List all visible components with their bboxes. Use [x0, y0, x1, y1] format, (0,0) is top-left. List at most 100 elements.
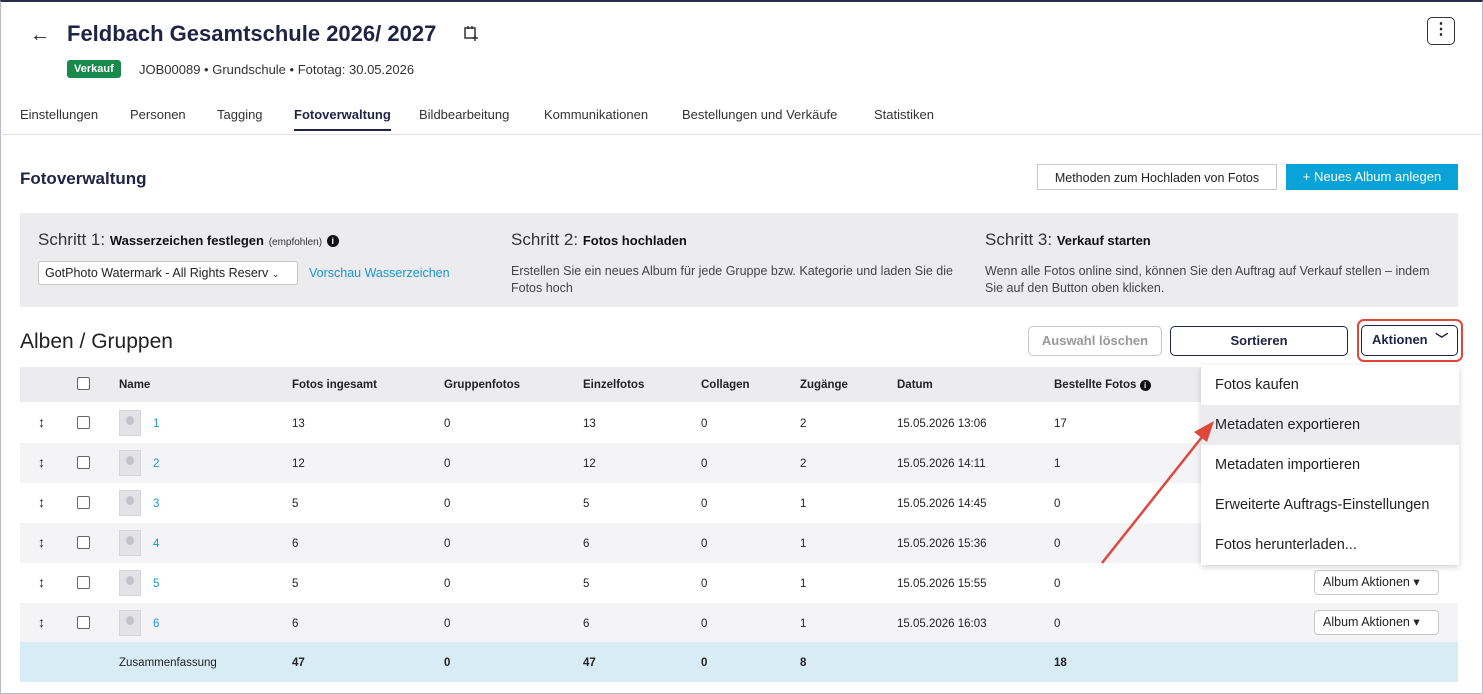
- cell: 12: [583, 458, 596, 470]
- row-checkbox[interactable]: [77, 496, 90, 509]
- sort-button[interactable]: Sortieren: [1170, 326, 1348, 356]
- cell: 0: [701, 418, 708, 430]
- album-name-link[interactable]: 6: [153, 618, 159, 630]
- cell: 0: [444, 618, 451, 630]
- select-all-checkbox[interactable]: [77, 377, 90, 390]
- step3-heading: Schritt 3: Verkauf starten: [985, 230, 1151, 249]
- tab-tagging[interactable]: Tagging: [217, 107, 263, 122]
- cell: 6: [583, 538, 590, 550]
- cell: 15.05.2026 14:11: [897, 458, 986, 470]
- cell: 0: [444, 418, 451, 430]
- cell: 15.05.2026 15:36: [897, 538, 987, 550]
- more-menu-button[interactable]: ⋮: [1427, 17, 1455, 45]
- album-thumbnail[interactable]: [119, 410, 141, 436]
- col-group: Gruppenfotos: [444, 379, 521, 391]
- summary-row: Zusammenfassung 47 0 47 0 8 18: [20, 642, 1458, 682]
- tab-bestellungen[interactable]: Bestellungen und Verkäufe: [682, 107, 837, 122]
- col-date: Datum: [897, 379, 933, 391]
- col-ordered: Bestellte Fotos i: [1054, 379, 1151, 391]
- row-checkbox[interactable]: [77, 416, 90, 429]
- album-name-link[interactable]: 1: [153, 418, 159, 430]
- tab-statistiken[interactable]: Statistiken: [874, 107, 934, 122]
- summary-group: 0: [444, 657, 451, 669]
- section-title: Fotoverwaltung: [20, 169, 147, 188]
- cell: 0: [701, 538, 708, 550]
- cell: 6: [583, 618, 590, 630]
- step3-text: Wenn alle Fotos online sind, können Sie …: [985, 264, 1430, 295]
- tab-einstellungen[interactable]: Einstellungen: [20, 107, 98, 122]
- cell: 2: [800, 418, 807, 430]
- col-name[interactable]: Name: [119, 379, 150, 391]
- album-actions-button[interactable]: Album Aktionen ▾: [1314, 570, 1439, 595]
- cell: 13: [583, 418, 596, 430]
- info-icon: i: [1139, 380, 1151, 391]
- tab-fotoverwaltung[interactable]: Fotoverwaltung: [294, 107, 391, 131]
- cell: 0: [444, 538, 451, 550]
- cell: 15.05.2026 15:55: [897, 578, 987, 590]
- cell: 15.05.2026 16:03: [897, 618, 987, 630]
- cell: 0: [1054, 538, 1061, 550]
- cell: 6: [292, 538, 299, 550]
- cell: 0: [444, 578, 451, 590]
- cell: 0: [1054, 498, 1061, 510]
- drag-handle-icon[interactable]: ↕: [38, 534, 45, 550]
- album-thumbnail[interactable]: [119, 610, 141, 636]
- job-meta: JOB00089 • Grundschule • Fototag: 30.05.…: [139, 62, 415, 77]
- menu-item-erweiterte-einstellungen[interactable]: Erweiterte Auftrags-Einstellungen: [1201, 485, 1459, 525]
- back-arrow-icon[interactable]: ←: [30, 24, 50, 47]
- row-checkbox[interactable]: [77, 536, 90, 549]
- album-thumbnail[interactable]: [119, 450, 141, 476]
- cell: 0: [701, 498, 708, 510]
- tab-bildbearbeitung[interactable]: Bildbearbeitung: [419, 107, 509, 122]
- album-name-link[interactable]: 5: [153, 578, 159, 590]
- cell: 2: [800, 458, 807, 470]
- drag-handle-icon[interactable]: ↕: [38, 574, 45, 590]
- cell: 5: [583, 498, 590, 510]
- menu-item-fotos-herunterladen[interactable]: Fotos herunterladen...: [1201, 525, 1459, 565]
- cell: 1: [800, 538, 807, 550]
- step2-text: Erstellen Sie ein neues Album für jede G…: [511, 264, 953, 295]
- cell: 0: [701, 578, 708, 590]
- actions-button[interactable]: Aktionen ﹀: [1361, 325, 1458, 356]
- step2-heading: Schritt 2: Fotos hochladen: [511, 230, 687, 249]
- drag-handle-icon[interactable]: ↕: [38, 614, 45, 630]
- tab-kommunikationen[interactable]: Kommunikationen: [544, 107, 648, 122]
- tab-bar: Einstellungen Personen Tagging Fotoverwa…: [0, 107, 1481, 135]
- menu-item-fotos-kaufen[interactable]: Fotos kaufen: [1201, 365, 1459, 405]
- summary-total: 47: [292, 657, 305, 669]
- album-name-link[interactable]: 3: [153, 498, 159, 510]
- calendar-add-icon[interactable]: [463, 25, 479, 41]
- cell: 12: [292, 458, 305, 470]
- album-name-link[interactable]: 4: [153, 538, 159, 550]
- clear-selection-button[interactable]: Auswahl löschen: [1028, 326, 1162, 356]
- row-checkbox[interactable]: [77, 576, 90, 589]
- album-actions-button[interactable]: Album Aktionen ▾: [1314, 610, 1439, 635]
- album-thumbnail[interactable]: [119, 530, 141, 556]
- table-row: ↕ 6 6 0 6 0 1 15.05.2026 16:03 0 Album Aktionen ▾: [20, 603, 1458, 643]
- cell: 5: [292, 578, 299, 590]
- drag-handle-icon[interactable]: ↕: [38, 454, 45, 470]
- summary-single: 47: [583, 657, 596, 669]
- cell: 5: [583, 578, 590, 590]
- album-thumbnail[interactable]: [119, 490, 141, 516]
- upload-methods-button[interactable]: Methoden zum Hochladen von Fotos: [1037, 164, 1277, 190]
- cell: 13: [292, 418, 305, 430]
- menu-item-metadaten-importieren[interactable]: Metadaten importieren: [1201, 445, 1459, 485]
- row-checkbox[interactable]: [77, 456, 90, 469]
- album-thumbnail[interactable]: [119, 570, 141, 596]
- cell: 0: [444, 498, 451, 510]
- row-checkbox[interactable]: [77, 616, 90, 629]
- tab-personen[interactable]: Personen: [130, 107, 186, 122]
- menu-item-metadaten-exportieren[interactable]: Metadaten exportieren: [1201, 405, 1459, 445]
- col-collagen: Collagen: [701, 379, 750, 391]
- drag-handle-icon[interactable]: ↕: [38, 494, 45, 510]
- col-total: Fotos ingesamt: [292, 379, 377, 391]
- cell: 6: [292, 618, 299, 630]
- drag-handle-icon[interactable]: ↕: [38, 414, 45, 430]
- col-single: Einzelfotos: [583, 379, 645, 391]
- preview-watermark-link[interactable]: Vorschau Wasserzeichen: [309, 265, 450, 282]
- chevron-down-icon: ﹀: [1435, 332, 1449, 347]
- watermark-select[interactable]: GotPhoto Watermark - All Rights Reserv ⌄: [38, 261, 298, 285]
- new-album-button[interactable]: + Neues Album anlegen: [1286, 164, 1458, 190]
- album-name-link[interactable]: 2: [153, 458, 159, 470]
